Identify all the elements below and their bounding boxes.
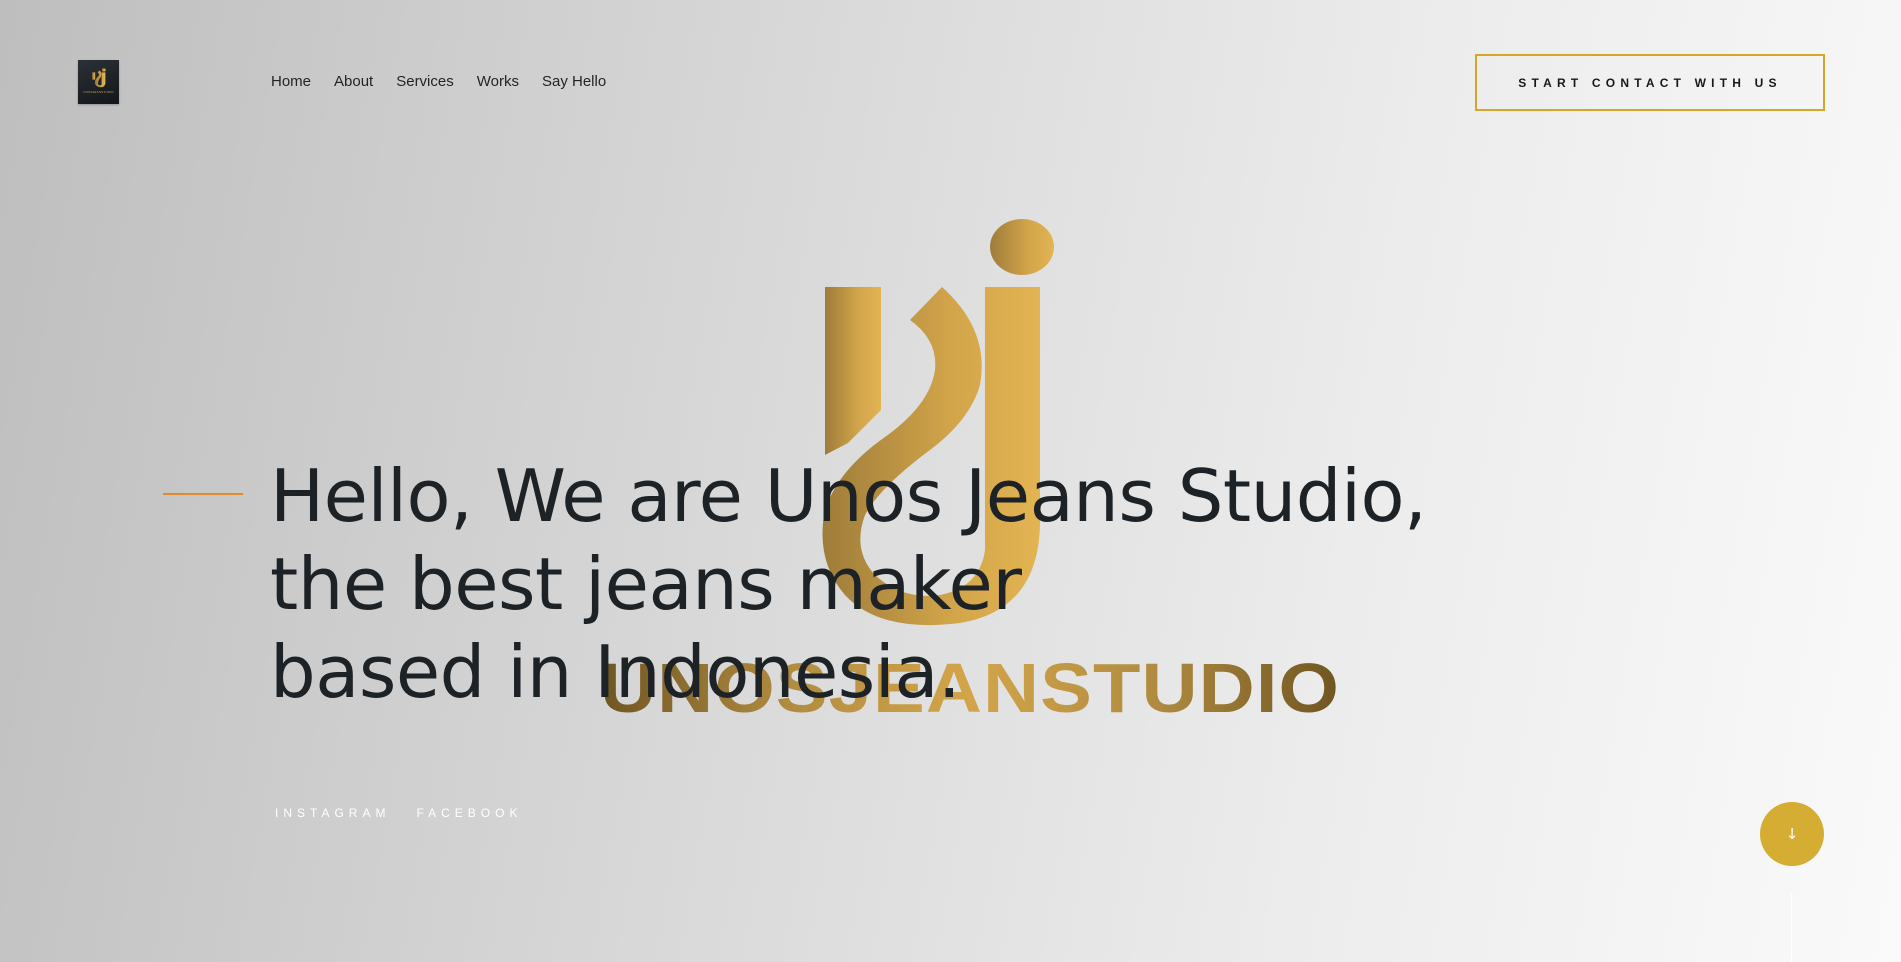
nav-item-works[interactable]: Works: [477, 72, 519, 92]
start-contact-button[interactable]: START CONTACT WITH US: [1475, 54, 1825, 111]
scroll-down-button[interactable]: ↓: [1760, 802, 1824, 866]
facebook-link[interactable]: FACEBOOK: [416, 806, 522, 820]
logo-mark-icon: [91, 68, 106, 88]
nav-item-about[interactable]: About: [334, 72, 373, 92]
nav-item-home[interactable]: Home: [271, 72, 311, 92]
hero-line-3: based in Indonesia.: [270, 630, 961, 714]
arrow-down-icon: ↓: [1785, 825, 1799, 843]
hero-line-1: Hello, We are Unos Jeans Studio,: [270, 454, 1427, 538]
logo-left-bar: [825, 287, 881, 455]
nav-item-services[interactable]: Services: [396, 72, 454, 92]
scroll-indicator-line: [1791, 893, 1792, 962]
main-nav: Home About Services Works Say Hello: [271, 72, 629, 92]
hero-heading: Hello, We are Unos Jeans Studio, the bes…: [270, 452, 1427, 716]
social-links: INSTAGRAM FACEBOOK: [275, 806, 548, 820]
site-logo[interactable]: UNOSJEANSTUDIO: [78, 60, 119, 104]
hero-line-2: the best jeans maker: [270, 542, 1022, 626]
logo-dot: [990, 219, 1054, 275]
hero-accent-line: [163, 493, 243, 495]
nav-item-say-hello[interactable]: Say Hello: [542, 72, 606, 92]
instagram-link[interactable]: INSTAGRAM: [275, 806, 390, 820]
landing-page: UNOSJEANSTUDIO Home About Services Works…: [0, 0, 1901, 962]
logo-wordmark: UNOSJEANSTUDIO: [83, 90, 114, 94]
